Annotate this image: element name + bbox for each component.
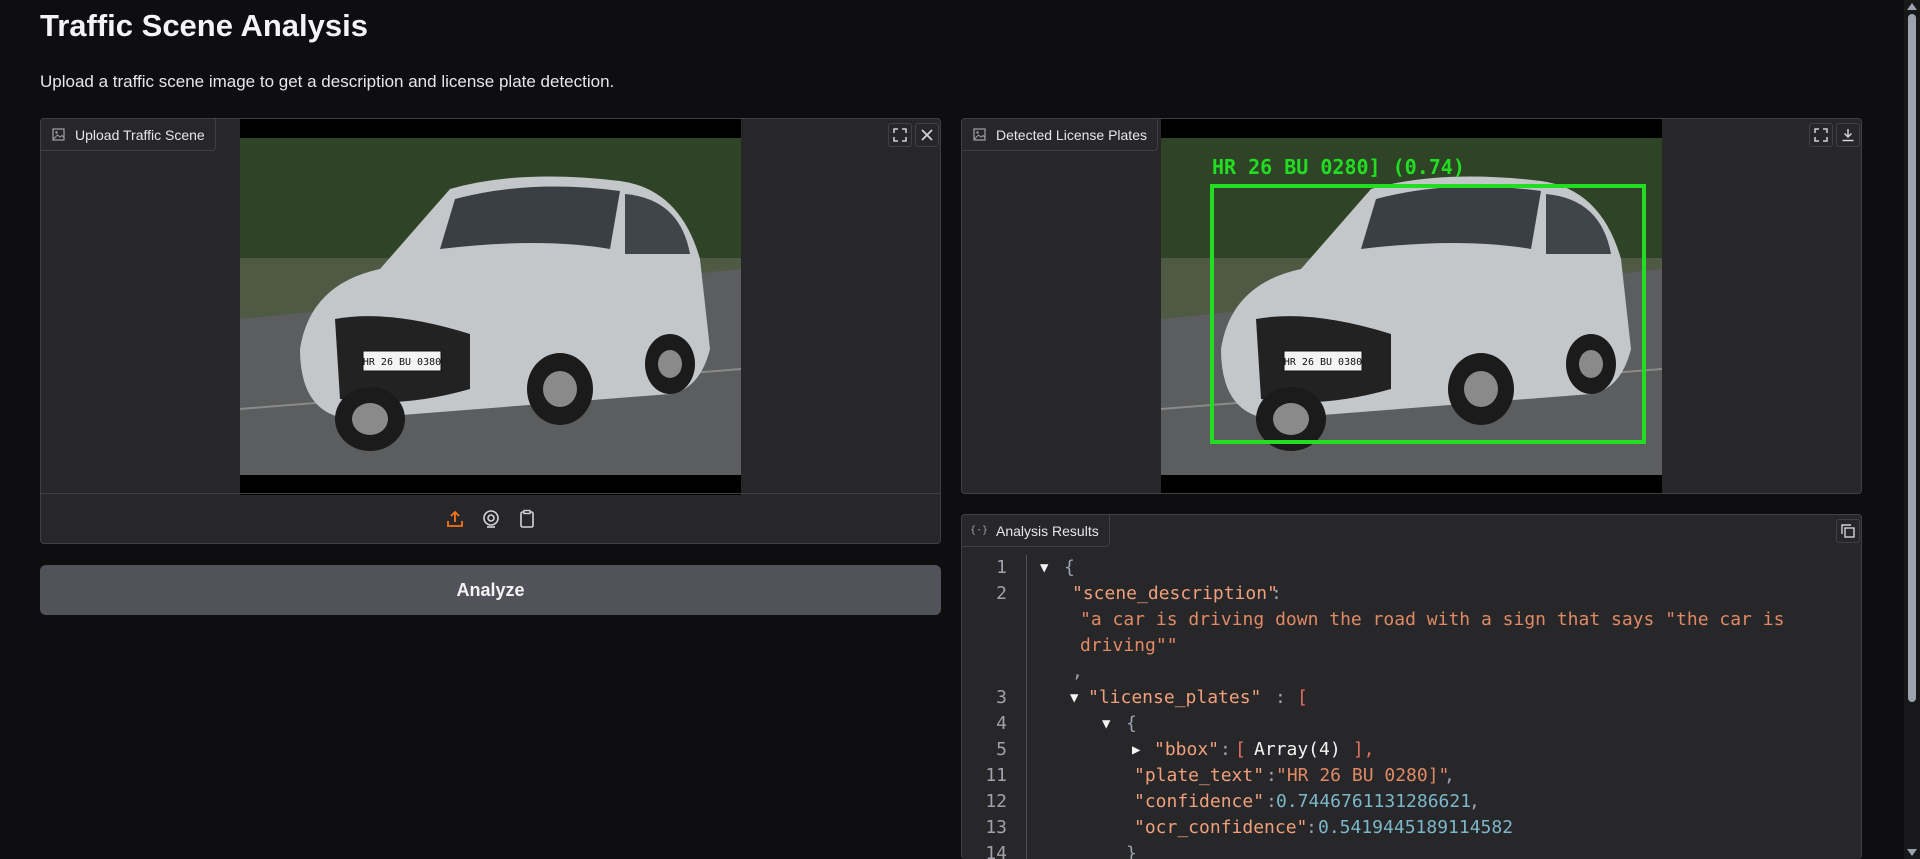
results-panel-label-text: Analysis Results — [996, 522, 1099, 539]
page-scrollbar[interactable] — [1904, 0, 1920, 859]
json-number-value: 0.7446761131286621 — [1276, 791, 1472, 812]
collapsed-array[interactable]: Array(4) — [1254, 737, 1341, 763]
line-number: 12 — [985, 791, 1007, 812]
upload-panel-label: Upload Traffic Scene — [41, 119, 216, 151]
line-number: 3 — [996, 687, 1007, 708]
detected-license-plates-panel: Detected License Plates HR 26 BU 0380 HR… — [961, 118, 1862, 494]
json-line-5: 5 ▶ "bbox" : [ Array(4) ], — [962, 737, 1861, 763]
line-number: 14 — [985, 843, 1007, 859]
json-comma: , — [1469, 791, 1480, 812]
detected-plate-text: HR 26 BU 0380 — [1284, 357, 1362, 368]
json-number-value: 0.5419445189114582 — [1318, 817, 1514, 838]
json-line-3: 3 ▼ "license_plates" : [ — [962, 685, 1861, 711]
page-title: Traffic Scene Analysis — [40, 8, 368, 43]
json-bracket: [ — [1297, 687, 1308, 708]
scrollbar-thumb[interactable] — [1908, 14, 1916, 702]
json-key: "ocr_confidence" — [1134, 817, 1308, 838]
json-line-2-value: "a car is driving down the road with a s… — [962, 607, 1861, 633]
json-comma: , — [1444, 765, 1455, 786]
close-icon[interactable] — [915, 123, 939, 147]
upload-plate-text: HR 26 BU 0380 — [363, 357, 441, 368]
json-line-4: 4 ▼ { — [962, 711, 1861, 737]
fullscreen-icon[interactable] — [888, 123, 912, 147]
json-line-13: 13 "ocr_confidence" : 0.5419445189114582 — [962, 815, 1861, 841]
json-key: "plate_text" — [1134, 765, 1265, 786]
json-string-value: "HR 26 BU 0280]" — [1276, 765, 1450, 786]
json-string-value: "a car is driving down the road with a s… — [1080, 609, 1785, 630]
json-colon: : — [1275, 687, 1297, 708]
json-string-value: driving"" — [1080, 635, 1178, 656]
upload-icon[interactable] — [444, 508, 466, 530]
json-line-12: 12 "confidence" : 0.7446761131286621 , — [962, 789, 1861, 815]
page-subtitle: Upload a traffic scene image to get a de… — [40, 72, 615, 91]
json-line-2-comma: , — [962, 659, 1861, 685]
line-number: 13 — [985, 817, 1007, 838]
fullscreen-icon[interactable] — [1809, 123, 1833, 147]
uploaded-image: HR 26 BU 0380 — [240, 119, 741, 495]
line-number: 1 — [996, 557, 1007, 578]
copy-icon[interactable] — [1836, 519, 1860, 543]
json-brace: { — [1064, 557, 1075, 578]
upload-traffic-scene-panel[interactable]: Upload Traffic Scene HR 26 BU 0380 — [40, 118, 941, 544]
expand-toggle-icon[interactable]: ▶ — [1132, 737, 1140, 763]
line-number: 5 — [996, 739, 1007, 760]
json-line-11: 11 "plate_text" : "HR 26 BU 0280]" , — [962, 763, 1861, 789]
line-number: 2 — [996, 583, 1007, 604]
analysis-results-panel: {·} Analysis Results 1 ▼ { 2 "scene_desc… — [961, 514, 1862, 859]
upload-panel-label-text: Upload Traffic Scene — [75, 126, 205, 143]
json-key: "scene_description" — [1072, 583, 1278, 604]
line-number: 11 — [985, 765, 1007, 786]
analyze-button[interactable]: Analyze — [40, 565, 941, 615]
image-icon — [972, 128, 986, 142]
upload-toolbar — [41, 493, 940, 543]
json-line-14: 14 } — [962, 841, 1861, 859]
collapse-toggle-icon[interactable]: ▼ — [1102, 711, 1110, 737]
detected-panel-label: Detected License Plates — [962, 119, 1158, 151]
json-bracket: ], — [1342, 739, 1375, 760]
json-line-1: 1 ▼ { — [962, 555, 1861, 581]
json-colon: : — [1271, 583, 1282, 604]
detected-panel-label-text: Detected License Plates — [996, 126, 1147, 143]
json-comma: , — [1072, 661, 1083, 682]
json-key: "confidence" — [1134, 791, 1265, 812]
line-number: 4 — [996, 713, 1007, 734]
json-line-2: 2 "scene_description" : — [962, 581, 1861, 607]
scroll-up-icon[interactable] — [1907, 3, 1917, 10]
results-panel-label: {·} Analysis Results — [962, 515, 1110, 547]
json-brace: } — [1126, 843, 1137, 859]
clipboard-icon[interactable] — [516, 508, 538, 530]
json-key: "license_plates" — [1088, 687, 1262, 708]
detection-overlay-label: HR 26 BU 0280] (0.74) — [1212, 155, 1465, 179]
image-icon — [51, 128, 65, 142]
json-key: "bbox" — [1154, 739, 1220, 760]
json-brace: { — [1126, 713, 1137, 734]
json-icon: {·} — [969, 525, 989, 536]
json-viewer: 1 ▼ { 2 "scene_description" : "a car is … — [962, 555, 1861, 859]
json-line-2-value-cont: driving"" — [962, 633, 1861, 659]
collapse-toggle-icon[interactable]: ▼ — [1040, 555, 1048, 581]
webcam-icon[interactable] — [480, 508, 502, 530]
download-icon[interactable] — [1836, 123, 1860, 147]
detected-image: HR 26 BU 0380 HR 26 BU 0280] (0.74) — [1161, 119, 1662, 493]
scroll-down-icon[interactable] — [1907, 849, 1917, 856]
collapse-toggle-icon[interactable]: ▼ — [1070, 685, 1078, 711]
